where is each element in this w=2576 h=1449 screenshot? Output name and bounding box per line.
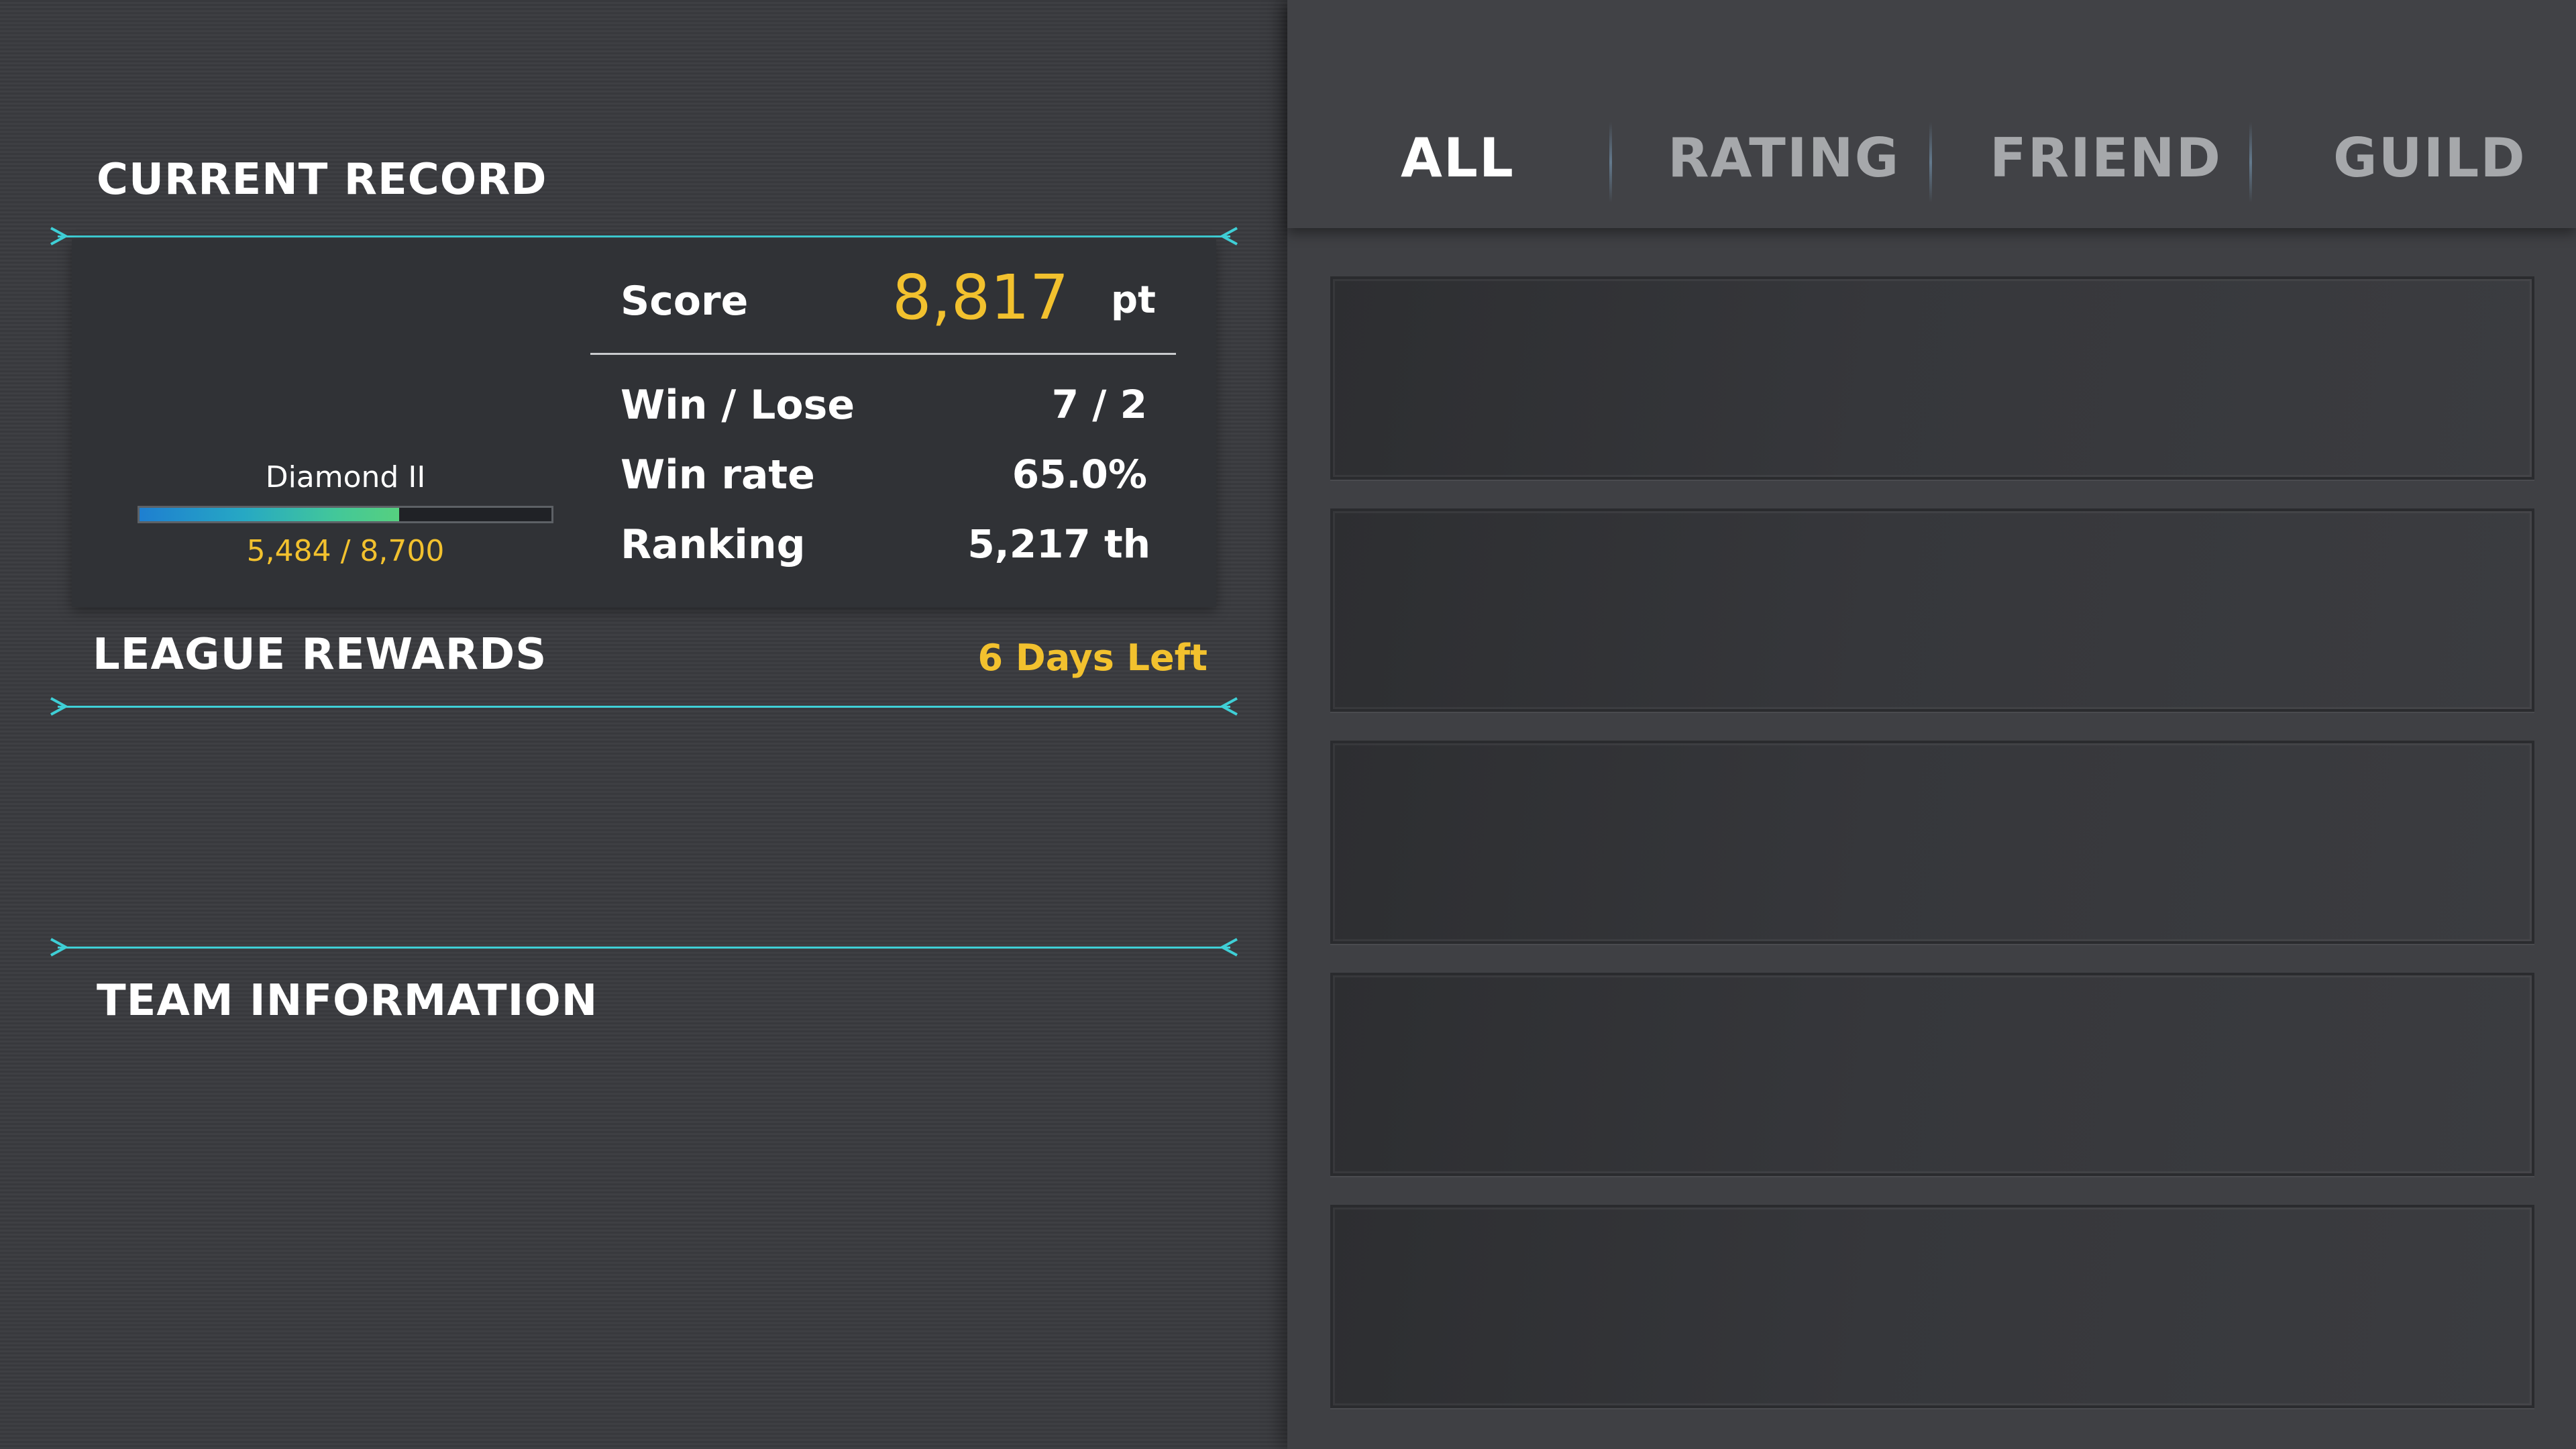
ranking-value: 5,217 th bbox=[967, 521, 1150, 567]
rank-progress-fill bbox=[140, 508, 399, 521]
ranking-list-item[interactable] bbox=[1330, 973, 2534, 1176]
ranking-list-item[interactable] bbox=[1330, 1205, 2534, 1408]
ranking-list-item[interactable] bbox=[1330, 741, 2534, 944]
score-unit: pt bbox=[1111, 278, 1156, 322]
tab-rating[interactable]: RATING bbox=[1668, 131, 1900, 185]
divider-line bbox=[58, 947, 1230, 949]
current-record-title: CURRENT RECORD bbox=[97, 155, 547, 205]
team-information-title: TEAM INFORMATION bbox=[97, 976, 598, 1026]
rank-progress-bar bbox=[138, 506, 553, 523]
divider-arrow-left-icon bbox=[50, 697, 69, 716]
ranking-label: Ranking bbox=[621, 521, 806, 568]
win-lose-value: 7 / 2 bbox=[1051, 382, 1147, 427]
league-rewards-title: LEAGUE REWARDS bbox=[93, 630, 547, 680]
rewards-time-left: 6 Days Left bbox=[977, 637, 1208, 679]
score-label: Score bbox=[621, 278, 749, 325]
ranking-list-item[interactable] bbox=[1330, 276, 2534, 480]
ranking-list-item[interactable] bbox=[1330, 508, 2534, 712]
tab-guild[interactable]: GUILD bbox=[2333, 131, 2526, 185]
score-value: 8,817 bbox=[892, 262, 1069, 333]
tab-all[interactable]: ALL bbox=[1401, 131, 1515, 185]
divider-arrow-left-icon bbox=[50, 938, 69, 957]
divider-line bbox=[58, 706, 1230, 708]
league-rewards-divider bbox=[48, 696, 1240, 716]
win-rate-label: Win rate bbox=[621, 451, 815, 498]
win-rate-value: 65.0% bbox=[1012, 451, 1147, 497]
divider-arrow-right-icon bbox=[1219, 227, 1238, 246]
win-lose-label: Win / Lose bbox=[621, 382, 855, 429]
left-pane bbox=[0, 0, 1287, 1449]
team-information-divider bbox=[48, 937, 1240, 957]
rank-tier-label: Diamond II bbox=[265, 460, 426, 494]
divider-line bbox=[58, 235, 1230, 237]
divider-arrow-right-icon bbox=[1219, 938, 1238, 957]
divider-arrow-right-icon bbox=[1219, 697, 1238, 716]
rank-progress-text: 5,484 / 8,700 bbox=[246, 534, 445, 568]
divider-arrow-left-icon bbox=[50, 227, 69, 246]
tab-separator bbox=[2249, 122, 2252, 203]
tab-separator bbox=[1609, 122, 1612, 203]
tab-friend[interactable]: FRIEND bbox=[1990, 131, 2222, 185]
tab-separator bbox=[1929, 122, 1932, 203]
score-divider bbox=[590, 353, 1176, 355]
